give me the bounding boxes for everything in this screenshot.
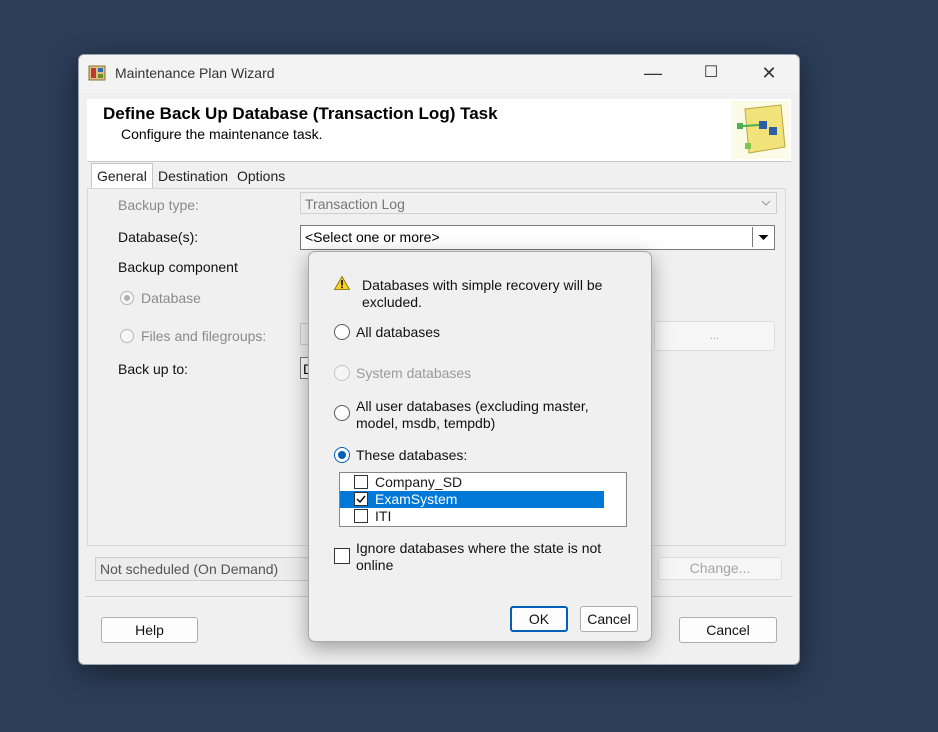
select-databases-popup: Databases with simple recovery will be e… — [308, 251, 652, 642]
db-checkbox[interactable] — [354, 475, 368, 489]
databases-label: Database(s): — [118, 229, 199, 245]
back-up-to-label: Back up to: — [118, 361, 189, 377]
db-checkbox[interactable] — [354, 509, 368, 523]
backup-component-label: Backup component — [118, 259, 238, 275]
these-databases-radio[interactable] — [334, 447, 350, 463]
wizard-banner-icon — [731, 101, 789, 159]
backup-type-value: Transaction Log — [305, 196, 405, 212]
warning-icon — [334, 276, 350, 290]
all-user-databases-radio[interactable] — [334, 405, 350, 421]
databases-list[interactable]: Company_SD ExamSystem ITI — [339, 472, 627, 527]
simple-recovery-warning: Databases with simple recovery will be e… — [362, 277, 603, 310]
schedule-text: Not scheduled (On Demand) — [100, 561, 279, 577]
files-browse-button[interactable]: ... — [654, 321, 775, 351]
db-checkbox-checked[interactable] — [354, 492, 368, 506]
tab-general[interactable]: General — [91, 163, 153, 190]
change-schedule-button[interactable]: Change... — [658, 557, 782, 580]
page-subtitle: Configure the maintenance task. — [121, 126, 323, 142]
ignore-offline-checkbox[interactable] — [334, 548, 350, 564]
maximize-button[interactable]: ☐ — [682, 55, 740, 91]
list-item[interactable]: ITI — [340, 508, 604, 525]
popup-cancel-button[interactable]: Cancel — [580, 606, 638, 632]
ok-button[interactable]: OK — [510, 606, 568, 632]
database-radio[interactable] — [120, 291, 134, 305]
help-button[interactable]: Help — [101, 617, 198, 643]
all-databases-radio[interactable] — [334, 324, 350, 340]
minimize-icon: — — [644, 63, 662, 83]
tab-options[interactable]: Options — [232, 165, 290, 187]
backup-type-label: Backup type: — [118, 197, 199, 213]
db-name: ITI — [375, 508, 392, 524]
database-radio-label: Database — [141, 290, 201, 306]
close-button[interactable]: ✕ — [740, 55, 798, 91]
cancel-button[interactable]: Cancel — [679, 617, 777, 643]
page-title: Define Back Up Database (Transaction Log… — [103, 104, 498, 123]
chevron-down-icon — [761, 200, 771, 206]
all-databases-label[interactable]: All databases — [356, 324, 440, 341]
databases-value: <Select one or more> — [305, 229, 440, 245]
all-user-databases-label[interactable]: All user databases (excluding master, mo… — [356, 398, 621, 432]
system-databases-radio[interactable] — [334, 365, 350, 381]
these-databases-label[interactable]: These databases: — [356, 447, 467, 464]
window-title: Maintenance Plan Wizard — [115, 65, 275, 81]
wizard-header: Define Back Up Database (Transaction Log… — [87, 99, 791, 162]
ignore-offline-label[interactable]: Ignore databases where the state is not … — [356, 540, 626, 574]
dropdown-arrow-icon[interactable] — [752, 227, 774, 247]
databases-select[interactable]: <Select one or more> — [300, 225, 775, 250]
files-filegroups-label: Files and filegroups: — [141, 328, 267, 344]
backup-type-select: Transaction Log — [300, 192, 777, 214]
checkmark-icon — [356, 495, 366, 504]
minimize-button[interactable]: — — [624, 55, 682, 91]
list-item[interactable]: Company_SD — [340, 474, 604, 491]
tab-destination[interactable]: Destination — [153, 165, 233, 187]
maximize-icon: ☐ — [703, 64, 719, 81]
close-icon: ✕ — [761, 63, 777, 83]
system-databases-label: System databases — [356, 365, 472, 381]
files-filegroups-radio[interactable] — [120, 329, 134, 343]
db-name: ExamSystem — [375, 491, 458, 507]
wizard-app-icon — [88, 65, 106, 81]
db-name: Company_SD — [375, 474, 463, 490]
list-item-selected[interactable]: ExamSystem — [340, 491, 604, 508]
title-bar[interactable]: Maintenance Plan Wizard — ☐ ✕ — [79, 55, 799, 93]
schedule-text-field: Not scheduled (On Demand) — [95, 557, 310, 581]
